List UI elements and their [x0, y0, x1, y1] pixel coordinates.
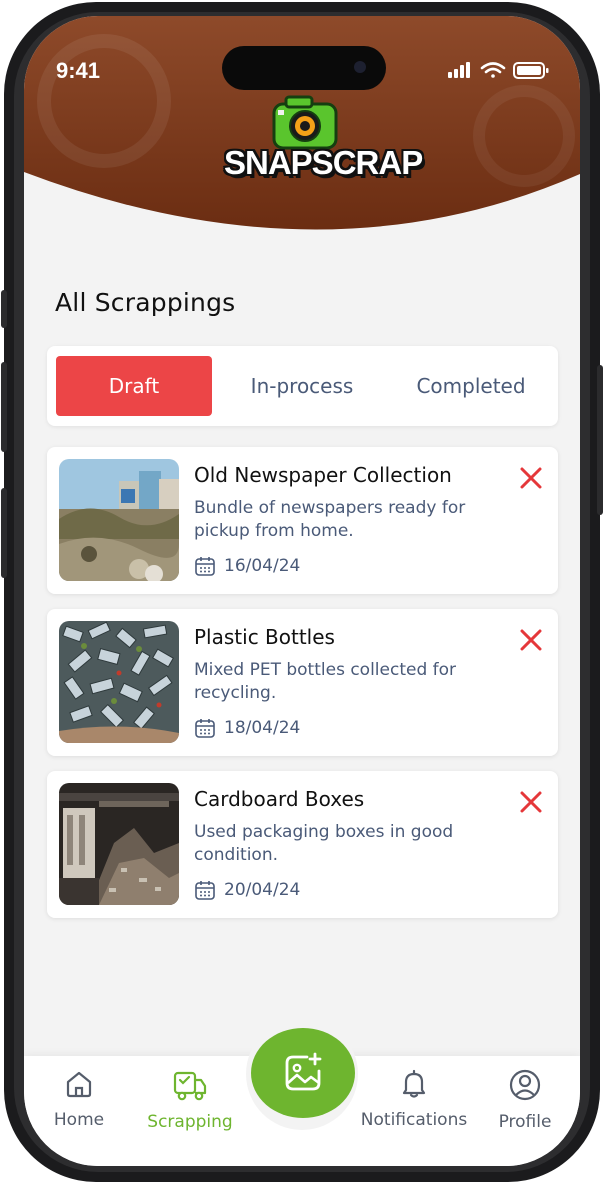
scrapping-thumbnail [59, 621, 179, 743]
scrapping-date-row: 20/04/24 [194, 879, 300, 901]
scrapping-card[interactable]: Plastic Bottles Mixed PET bottles collec… [47, 609, 558, 756]
wifi-icon [480, 62, 506, 78]
scrapping-date: 16/04/24 [224, 556, 301, 576]
tab-draft[interactable]: Draft [56, 356, 212, 416]
nav-item-notifications[interactable]: Notifications [359, 1068, 469, 1130]
snapscrap-logo: SNAPSCRAP [224, 94, 423, 214]
calendar-icon [195, 881, 215, 900]
delete-x-icon[interactable] [518, 627, 544, 653]
scrapping-title: Old Newspaper Collection [194, 463, 452, 487]
scrapping-description: Bundle of newspapers ready for pickup fr… [194, 498, 466, 541]
scrapping-description: Mixed PET bottles collected for recyclin… [194, 660, 457, 703]
volume-up-button [1, 362, 7, 452]
page-title: All Scrappings [55, 288, 236, 317]
scrapping-card[interactable]: Old Newspaper Collection Bundle of newsp… [47, 447, 558, 594]
nav-label-notifications: Notifications [360, 1110, 468, 1130]
status-tabs: Draft In-process Completed [47, 346, 558, 426]
calendar-icon [195, 719, 215, 738]
user-icon [509, 1069, 541, 1101]
truck-icon [173, 1071, 207, 1101]
scrapping-card[interactable]: Cardboard Boxes Used packaging boxes in … [47, 771, 558, 918]
status-icons [448, 62, 549, 79]
mute-switch [1, 290, 7, 328]
add-scrap-button[interactable] [251, 1028, 355, 1118]
scrapping-date: 18/04/24 [224, 718, 301, 738]
delete-x-icon[interactable] [518, 789, 544, 815]
scrapping-thumbnail [59, 459, 179, 581]
power-button [597, 365, 603, 515]
scrapping-date: 20/04/24 [224, 880, 301, 900]
status-time: 9:41 [56, 58, 101, 83]
tab-in-process[interactable]: In-process [225, 356, 379, 416]
signal-icon [448, 62, 470, 78]
delete-x-icon[interactable] [518, 465, 544, 491]
nav-label-home: Home [53, 1110, 105, 1130]
bell-icon [402, 1069, 426, 1098]
battery-icon [513, 62, 549, 79]
nav-item-home[interactable]: Home [24, 1068, 134, 1130]
home-icon [66, 1071, 92, 1098]
scrapping-title: Cardboard Boxes [194, 787, 365, 811]
scrapping-description: Used packaging boxes in good condition. [194, 822, 454, 865]
scrapping-date-row: 18/04/24 [194, 717, 300, 739]
dynamic-island [222, 46, 386, 90]
scrapping-date-row: 16/04/24 [194, 555, 300, 577]
tab-completed[interactable]: Completed [392, 356, 550, 416]
app-screen: 9:41 SNAPSCRAP All Scrappings Draft In-p… [24, 16, 580, 1166]
nav-item-scrapping[interactable]: Scrapping [135, 1068, 245, 1132]
logo-wordmark: SNAPSCRAP [224, 144, 423, 181]
nav-label-profile: Profile [498, 1112, 552, 1132]
add-photo-icon [285, 1052, 322, 1091]
volume-down-button [1, 488, 7, 578]
nav-label-scrapping: Scrapping [147, 1112, 233, 1132]
scrapping-title: Plastic Bottles [194, 625, 335, 649]
nav-item-profile[interactable]: Profile [470, 1068, 580, 1132]
calendar-icon [195, 557, 215, 576]
scrapping-thumbnail [59, 783, 179, 905]
